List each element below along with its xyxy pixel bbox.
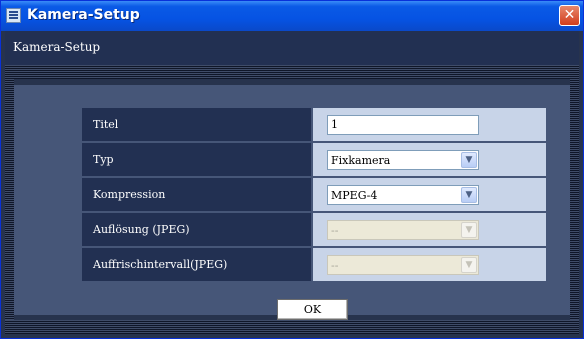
chevron-down-icon: ▼ <box>461 222 477 238</box>
type-select-value: Fixkamera <box>331 154 391 167</box>
compression-select-value: MPEG-4 <box>331 189 378 202</box>
compression-select[interactable]: MPEG-4 ▼ <box>327 185 479 205</box>
settings-panel: Titel 1 Typ Fixkamera ▼ Kompression MPEG… <box>14 85 570 320</box>
resolution-label: Auflösung (JPEG) <box>93 223 190 236</box>
resolution-value-cell: -- ▼ <box>313 213 546 246</box>
content-area: Titel 1 Typ Fixkamera ▼ Kompression MPEG… <box>5 79 579 320</box>
chevron-down-icon[interactable]: ▼ <box>461 187 477 203</box>
type-label: Typ <box>93 153 114 166</box>
window-icon <box>6 8 21 23</box>
compression-value-cell: MPEG-4 ▼ <box>313 178 546 211</box>
side-stripe-right <box>570 79 579 320</box>
page-header: Kamera-Setup <box>5 31 579 65</box>
type-select[interactable]: Fixkamera ▼ <box>327 150 479 170</box>
compression-label-cell: Kompression <box>82 178 311 211</box>
title-bar[interactable]: Kamera-Setup ✕ <box>1 1 583 31</box>
type-value-cell: Fixkamera ▼ <box>313 143 546 176</box>
page-title: Kamera-Setup <box>13 40 101 54</box>
refresh-interval-select[interactable]: -- ▼ <box>327 255 479 275</box>
divider-top <box>5 65 579 79</box>
title-label-cell: Titel <box>82 108 311 141</box>
type-label-cell: Typ <box>82 143 311 176</box>
resolution-select-value: -- <box>331 224 339 237</box>
ok-button[interactable]: OK <box>277 299 348 320</box>
refresh-interval-select-value: -- <box>331 259 339 272</box>
compression-label: Kompression <box>93 188 166 201</box>
chevron-down-icon: ▼ <box>461 257 477 273</box>
refresh-interval-label: Auffrischintervall(JPEG) <box>93 258 228 271</box>
window-title: Kamera-Setup <box>27 7 140 23</box>
side-stripe-left <box>5 79 14 320</box>
refresh-interval-value-cell: -- ▼ <box>313 248 546 281</box>
chevron-down-icon[interactable]: ▼ <box>461 152 477 168</box>
resolution-label-cell: Auflösung (JPEG) <box>82 213 311 246</box>
refresh-interval-label-cell: Auffrischintervall(JPEG) <box>82 248 311 281</box>
title-label: Titel <box>93 118 119 131</box>
camera-setup-window: Kamera-Setup ✕ Kamera-Setup Titel 1 Typ … <box>0 0 584 339</box>
title-value-cell: 1 <box>313 108 546 141</box>
resolution-select[interactable]: -- ▼ <box>327 220 479 240</box>
title-input[interactable]: 1 <box>327 115 479 135</box>
close-icon[interactable]: ✕ <box>559 5 580 26</box>
divider-bottom <box>5 320 579 334</box>
